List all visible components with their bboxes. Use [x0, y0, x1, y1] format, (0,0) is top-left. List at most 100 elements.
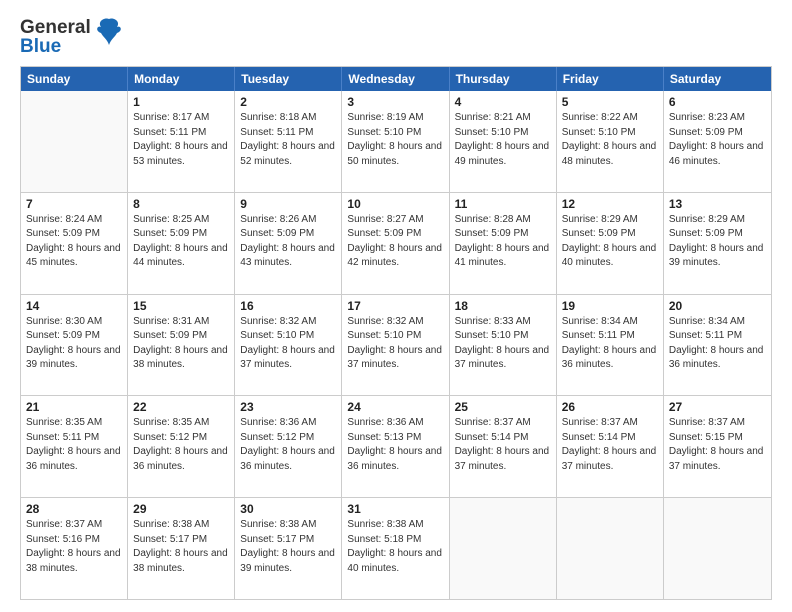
- day-number: 15: [133, 299, 229, 313]
- day-number: 26: [562, 400, 658, 414]
- day-number: 24: [347, 400, 443, 414]
- day-number: 25: [455, 400, 551, 414]
- day-number: 11: [455, 197, 551, 211]
- day-number: 14: [26, 299, 122, 313]
- day-info: Sunrise: 8:19 AMSunset: 5:10 PMDaylight:…: [347, 111, 443, 169]
- day-info: Sunrise: 8:33 AMSunset: 5:10 PMDaylight:…: [455, 315, 551, 373]
- calendar-week-5: 28Sunrise: 8:37 AMSunset: 5:16 PMDayligh…: [21, 498, 771, 599]
- day-info: Sunrise: 8:23 AMSunset: 5:09 PMDaylight:…: [669, 111, 766, 169]
- calendar-day-26: 26Sunrise: 8:37 AMSunset: 5:14 PMDayligh…: [557, 396, 664, 497]
- calendar-day-28: 28Sunrise: 8:37 AMSunset: 5:16 PMDayligh…: [21, 498, 128, 599]
- day-info: Sunrise: 8:18 AMSunset: 5:11 PMDaylight:…: [240, 111, 336, 169]
- day-number: 1: [133, 95, 229, 109]
- calendar-body: 1 Sunrise: 8:17 AMSunset: 5:11 PMDaylight…: [21, 91, 771, 599]
- day-info: Sunrise: 8:30 AMSunset: 5:09 PMDaylight:…: [26, 315, 122, 373]
- calendar-day-20: 20 Sunrise: 8:34 AMSunset: 5:11 PMDayligh…: [664, 295, 771, 396]
- weekday-header-saturday: Saturday: [664, 67, 771, 91]
- calendar-day-3: 3 Sunrise: 8:19 AMSunset: 5:10 PMDaylight…: [342, 91, 449, 192]
- logo-general: General: [20, 18, 91, 37]
- calendar-day-22: 22 Sunrise: 8:35 AMSunset: 5:12 PMDayligh…: [128, 396, 235, 497]
- calendar-day-16: 16 Sunrise: 8:32 AMSunset: 5:10 PMDayligh…: [235, 295, 342, 396]
- day-number: 4: [455, 95, 551, 109]
- day-number: 5: [562, 95, 658, 109]
- day-info: Sunrise: 8:38 AMSunset: 5:18 PMDaylight:…: [347, 518, 443, 576]
- weekday-header-thursday: Thursday: [450, 67, 557, 91]
- day-number: 16: [240, 299, 336, 313]
- day-info: Sunrise: 8:37 AMSunset: 5:15 PMDaylight:…: [669, 416, 766, 474]
- day-info: Sunrise: 8:26 AMSunset: 5:09 PMDaylight:…: [240, 213, 336, 271]
- day-info: Sunrise: 8:28 AMSunset: 5:09 PMDaylight:…: [455, 213, 551, 271]
- calendar-day-13: 13 Sunrise: 8:29 AMSunset: 5:09 PMDayligh…: [664, 193, 771, 294]
- calendar-week-2: 7 Sunrise: 8:24 AMSunset: 5:09 PMDaylight…: [21, 193, 771, 295]
- calendar-day-19: 19 Sunrise: 8:34 AMSunset: 5:11 PMDayligh…: [557, 295, 664, 396]
- day-info: Sunrise: 8:29 AMSunset: 5:09 PMDaylight:…: [562, 213, 658, 271]
- day-number: 3: [347, 95, 443, 109]
- calendar-day-27: 27 Sunrise: 8:37 AMSunset: 5:15 PMDayligh…: [664, 396, 771, 497]
- day-number: 22: [133, 400, 229, 414]
- calendar-day-10: 10 Sunrise: 8:27 AMSunset: 5:09 PMDayligh…: [342, 193, 449, 294]
- day-number: 2: [240, 95, 336, 109]
- weekday-header-sunday: Sunday: [21, 67, 128, 91]
- day-info: Sunrise: 8:36 AMSunset: 5:13 PMDaylight:…: [347, 416, 443, 474]
- day-number: 6: [669, 95, 766, 109]
- day-info: Sunrise: 8:24 AMSunset: 5:09 PMDaylight:…: [26, 213, 122, 271]
- day-info: Sunrise: 8:32 AMSunset: 5:10 PMDaylight:…: [240, 315, 336, 373]
- calendar-day-31: 31 Sunrise: 8:38 AMSunset: 5:18 PMDayligh…: [342, 498, 449, 599]
- page: General Blue SundayMondayTuesdayWednesda…: [0, 0, 792, 612]
- calendar-day-14: 14 Sunrise: 8:30 AMSunset: 5:09 PMDayligh…: [21, 295, 128, 396]
- day-number: 27: [669, 400, 766, 414]
- calendar-day-6: 6 Sunrise: 8:23 AMSunset: 5:09 PMDaylight…: [664, 91, 771, 192]
- calendar-day-24: 24 Sunrise: 8:36 AMSunset: 5:13 PMDayligh…: [342, 396, 449, 497]
- day-number: 7: [26, 197, 122, 211]
- day-number: 12: [562, 197, 658, 211]
- day-number: 8: [133, 197, 229, 211]
- calendar-day-23: 23Sunrise: 8:36 AMSunset: 5:12 PMDayligh…: [235, 396, 342, 497]
- day-info: Sunrise: 8:35 AMSunset: 5:12 PMDaylight:…: [133, 416, 229, 474]
- calendar-day-empty: [557, 498, 664, 599]
- day-number: 18: [455, 299, 551, 313]
- day-info: Sunrise: 8:29 AMSunset: 5:09 PMDaylight:…: [669, 213, 766, 271]
- calendar: SundayMondayTuesdayWednesdayThursdayFrid…: [20, 66, 772, 600]
- calendar-week-1: 1 Sunrise: 8:17 AMSunset: 5:11 PMDaylight…: [21, 91, 771, 193]
- day-number: 10: [347, 197, 443, 211]
- day-number: 19: [562, 299, 658, 313]
- calendar-week-3: 14 Sunrise: 8:30 AMSunset: 5:09 PMDayligh…: [21, 295, 771, 397]
- day-number: 21: [26, 400, 122, 414]
- calendar-day-29: 29 Sunrise: 8:38 AMSunset: 5:17 PMDayligh…: [128, 498, 235, 599]
- calendar-day-7: 7 Sunrise: 8:24 AMSunset: 5:09 PMDaylight…: [21, 193, 128, 294]
- logo-bird-icon: [95, 17, 123, 54]
- day-info: Sunrise: 8:32 AMSunset: 5:10 PMDaylight:…: [347, 315, 443, 373]
- calendar-day-4: 4 Sunrise: 8:21 AMSunset: 5:10 PMDaylight…: [450, 91, 557, 192]
- day-info: Sunrise: 8:17 AMSunset: 5:11 PMDaylight:…: [133, 111, 229, 169]
- calendar-day-17: 17Sunrise: 8:32 AMSunset: 5:10 PMDayligh…: [342, 295, 449, 396]
- day-info: Sunrise: 8:37 AMSunset: 5:14 PMDaylight:…: [455, 416, 551, 474]
- day-number: 29: [133, 502, 229, 516]
- calendar-header: SundayMondayTuesdayWednesdayThursdayFrid…: [21, 67, 771, 91]
- day-info: Sunrise: 8:34 AMSunset: 5:11 PMDaylight:…: [669, 315, 766, 373]
- calendar-day-30: 30Sunrise: 8:38 AMSunset: 5:17 PMDayligh…: [235, 498, 342, 599]
- calendar-day-5: 5Sunrise: 8:22 AMSunset: 5:10 PMDaylight…: [557, 91, 664, 192]
- calendar-day-empty: [450, 498, 557, 599]
- day-info: Sunrise: 8:25 AMSunset: 5:09 PMDaylight:…: [133, 213, 229, 271]
- header: General Blue: [20, 18, 772, 56]
- day-number: 13: [669, 197, 766, 211]
- logo: General Blue: [20, 18, 123, 56]
- calendar-day-25: 25 Sunrise: 8:37 AMSunset: 5:14 PMDayligh…: [450, 396, 557, 497]
- day-info: Sunrise: 8:37 AMSunset: 5:16 PMDaylight:…: [26, 518, 122, 576]
- day-info: Sunrise: 8:27 AMSunset: 5:09 PMDaylight:…: [347, 213, 443, 271]
- calendar-day-11: 11 Sunrise: 8:28 AMSunset: 5:09 PMDayligh…: [450, 193, 557, 294]
- weekday-header-wednesday: Wednesday: [342, 67, 449, 91]
- day-info: Sunrise: 8:38 AMSunset: 5:17 PMDaylight:…: [133, 518, 229, 576]
- calendar-day-18: 18 Sunrise: 8:33 AMSunset: 5:10 PMDayligh…: [450, 295, 557, 396]
- calendar-day-1: 1 Sunrise: 8:17 AMSunset: 5:11 PMDaylight…: [128, 91, 235, 192]
- day-info: Sunrise: 8:35 AMSunset: 5:11 PMDaylight:…: [26, 416, 122, 474]
- weekday-header-monday: Monday: [128, 67, 235, 91]
- calendar-day-12: 12 Sunrise: 8:29 AMSunset: 5:09 PMDayligh…: [557, 193, 664, 294]
- day-info: Sunrise: 8:21 AMSunset: 5:10 PMDaylight:…: [455, 111, 551, 169]
- day-number: 23: [240, 400, 336, 414]
- logo-blue: Blue: [20, 37, 91, 56]
- day-info: Sunrise: 8:34 AMSunset: 5:11 PMDaylight:…: [562, 315, 658, 373]
- calendar-day-empty: [664, 498, 771, 599]
- day-number: 20: [669, 299, 766, 313]
- day-number: 31: [347, 502, 443, 516]
